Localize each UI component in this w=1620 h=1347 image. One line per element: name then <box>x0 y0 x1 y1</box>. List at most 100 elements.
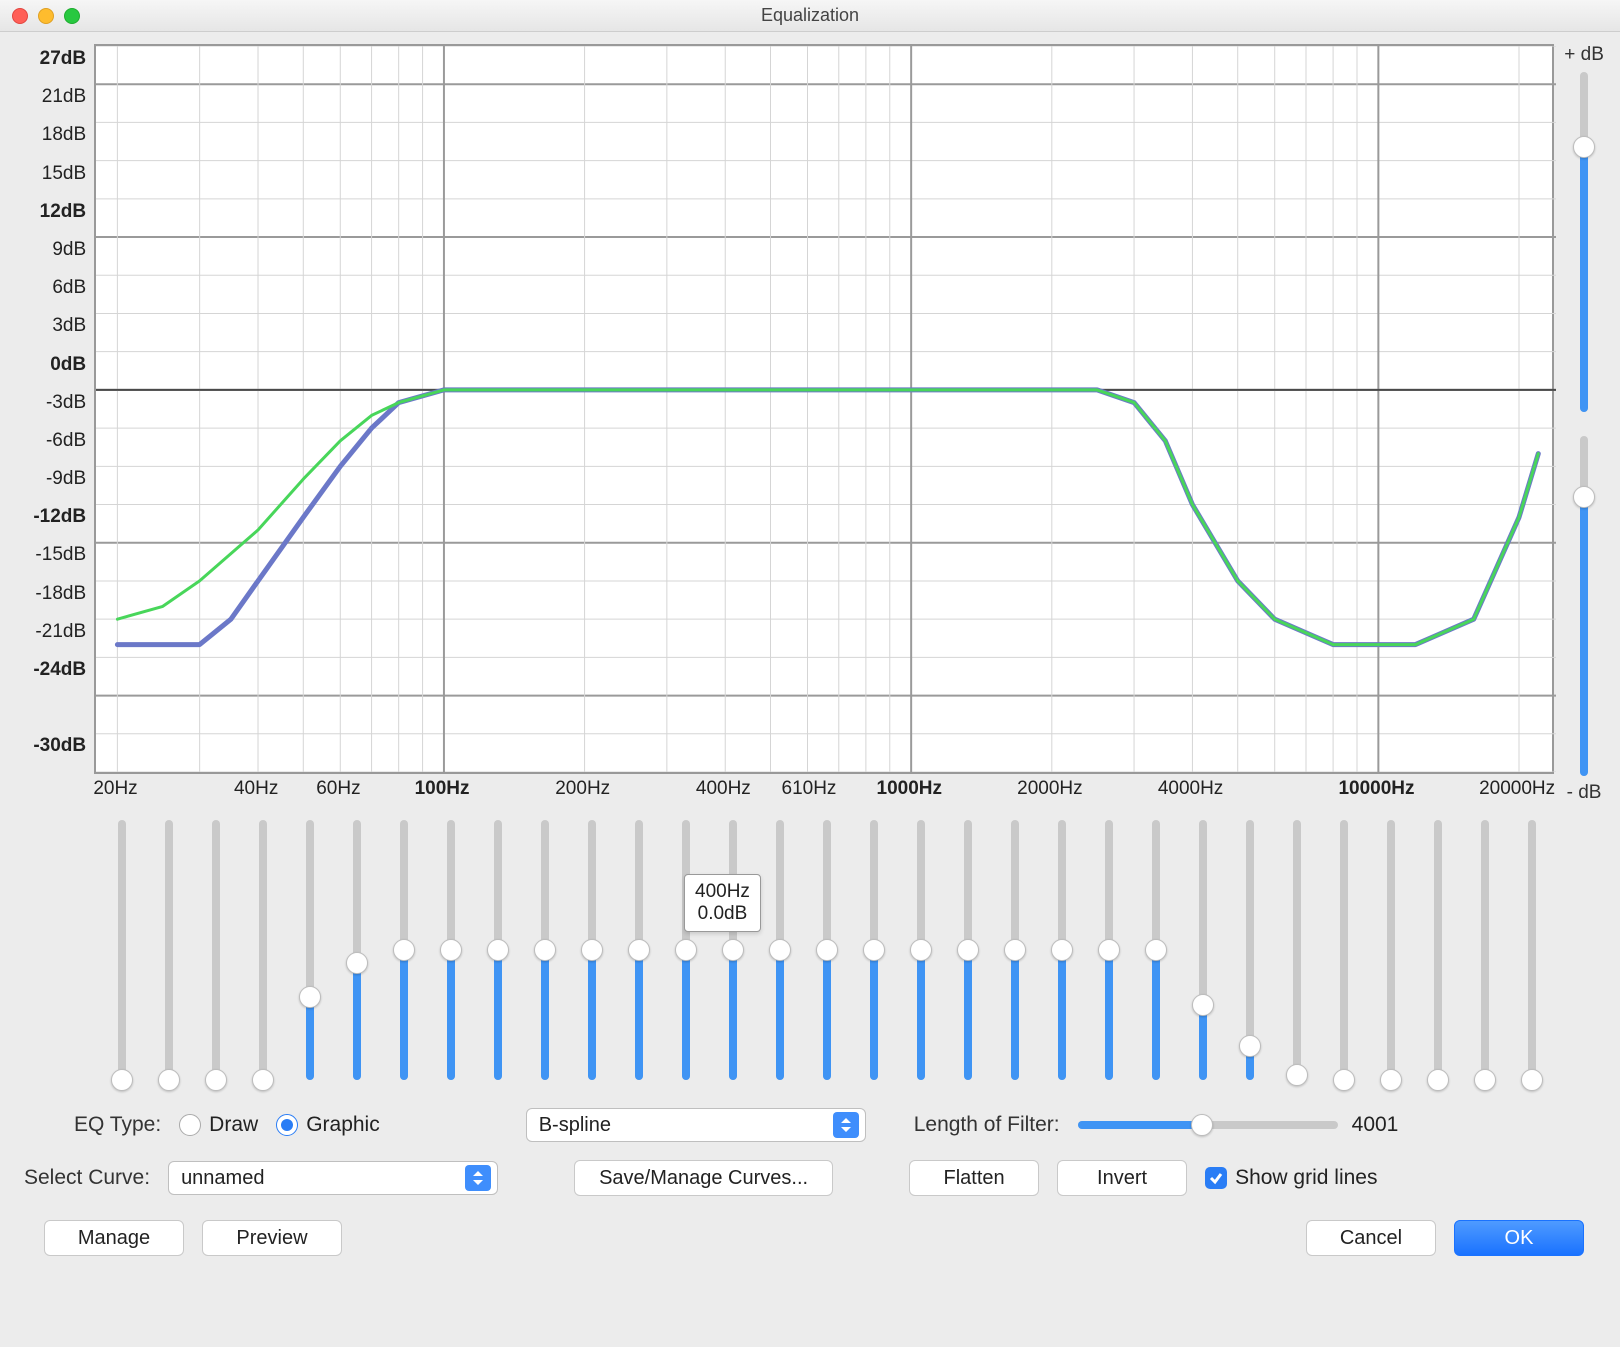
eq-band-slider[interactable] <box>286 820 333 1090</box>
hz-axis: 20Hz 40Hz 60Hz 100Hz 200Hz 400Hz 610Hz 1000Hz 20… <box>94 774 1554 802</box>
eq-band-slider[interactable] <box>1508 820 1555 1090</box>
eq-band-slider[interactable] <box>98 820 145 1090</box>
y-tick: 18dB <box>14 124 94 162</box>
eq-band-slider[interactable] <box>1085 820 1132 1090</box>
eq-band-slider[interactable] <box>1461 820 1508 1090</box>
eq-band-slider[interactable] <box>1038 820 1085 1090</box>
eq-band-slider[interactable] <box>1273 820 1320 1090</box>
x-tick: 40Hz <box>234 778 278 800</box>
gridlines-label: Show grid lines <box>1235 1166 1377 1190</box>
eq-band-slider[interactable] <box>1414 820 1461 1090</box>
checkmark-icon <box>1205 1167 1227 1189</box>
eq-band-slider[interactable] <box>568 820 615 1090</box>
filter-length-value: 4001 <box>1352 1113 1399 1137</box>
eq-band-slider[interactable] <box>615 820 662 1090</box>
eq-band-slider[interactable] <box>521 820 568 1090</box>
y-tick: -12dB <box>14 506 94 544</box>
filter-length-slider[interactable] <box>1078 1121 1338 1129</box>
eq-type-label: EQ Type: <box>74 1113 161 1137</box>
x-tick: 20Hz <box>93 778 137 800</box>
dropdown-caret-icon <box>465 1165 491 1191</box>
y-tick: 21dB <box>14 86 94 124</box>
curve-select[interactable]: unnamed <box>168 1161 498 1195</box>
y-tick: 3dB <box>14 315 94 353</box>
eq-graph[interactable] <box>94 44 1554 774</box>
y-tick: 15dB <box>14 163 94 201</box>
eq-band-slider[interactable] <box>380 820 427 1090</box>
titlebar: Equalization <box>0 0 1620 32</box>
eq-type-draw-radio[interactable]: Draw <box>179 1113 258 1137</box>
x-tick: 400Hz <box>696 778 751 800</box>
y-tick: 27dB <box>14 48 94 86</box>
y-tick: -30dB <box>14 735 94 773</box>
x-tick: 200Hz <box>555 778 610 800</box>
flatten-button[interactable]: Flatten <box>909 1160 1039 1196</box>
preview-button[interactable]: Preview <box>202 1220 342 1256</box>
eq-band-slider[interactable] <box>1132 820 1179 1090</box>
eq-band-slider[interactable] <box>756 820 803 1090</box>
eq-band-slider[interactable] <box>709 820 756 1090</box>
x-tick: 10000Hz <box>1338 778 1414 800</box>
interpolation-select[interactable]: B-spline <box>526 1108 866 1142</box>
graphic-radio-label: Graphic <box>306 1113 380 1137</box>
x-tick: 100Hz <box>415 778 470 800</box>
eq-band-slider[interactable] <box>239 820 286 1090</box>
eq-type-graphic-radio[interactable]: Graphic <box>276 1113 380 1137</box>
x-tick: 60Hz <box>316 778 360 800</box>
length-label: Length of Filter: <box>914 1113 1060 1137</box>
eq-band-slider[interactable] <box>427 820 474 1090</box>
curve-select-value: unnamed <box>181 1167 264 1190</box>
window-title: Equalization <box>0 5 1620 26</box>
graphic-eq-sliders <box>14 820 1606 1090</box>
gridlines-checkbox[interactable]: Show grid lines <box>1205 1166 1377 1190</box>
interpolation-value: B-spline <box>539 1114 611 1137</box>
eq-band-slider[interactable] <box>145 820 192 1090</box>
draw-radio-label: Draw <box>209 1113 258 1137</box>
tooltip-db: 0.0dB <box>695 903 750 925</box>
y-tick: -24dB <box>14 659 94 697</box>
eq-band-slider[interactable] <box>474 820 521 1090</box>
y-tick: 12dB <box>14 201 94 239</box>
plus-db-slider[interactable] <box>1580 72 1588 412</box>
eq-band-slider[interactable] <box>1226 820 1273 1090</box>
eq-band-slider[interactable] <box>192 820 239 1090</box>
y-tick: -9dB <box>14 468 94 506</box>
plus-db-label: + dB <box>1564 44 1604 66</box>
save-manage-curves-button[interactable]: Save/Manage Curves... <box>574 1160 833 1196</box>
band-tooltip: 400Hz 0.0dB <box>684 874 761 932</box>
eq-band-slider[interactable] <box>662 820 709 1090</box>
eq-band-slider[interactable] <box>944 820 991 1090</box>
x-tick: 2000Hz <box>1017 778 1083 800</box>
y-tick: -21dB <box>14 621 94 659</box>
eq-band-slider[interactable] <box>897 820 944 1090</box>
eq-band-slider[interactable] <box>333 820 380 1090</box>
invert-button[interactable]: Invert <box>1057 1160 1187 1196</box>
y-tick: 6dB <box>14 277 94 315</box>
x-tick: 4000Hz <box>1158 778 1224 800</box>
cancel-button[interactable]: Cancel <box>1306 1220 1436 1256</box>
minus-db-slider[interactable] <box>1580 436 1588 776</box>
eq-band-slider[interactable] <box>803 820 850 1090</box>
eq-band-slider[interactable] <box>1179 820 1226 1090</box>
eq-band-slider[interactable] <box>991 820 1038 1090</box>
y-tick: 9dB <box>14 239 94 277</box>
y-tick: -18dB <box>14 583 94 621</box>
y-tick <box>14 697 94 735</box>
x-tick: 20000Hz <box>1479 778 1555 800</box>
dropdown-caret-icon <box>833 1112 859 1138</box>
manage-button[interactable]: Manage <box>44 1220 184 1256</box>
y-tick: -3dB <box>14 392 94 430</box>
tooltip-hz: 400Hz <box>695 881 750 903</box>
eq-band-slider[interactable] <box>850 820 897 1090</box>
y-tick: 0dB <box>14 354 94 392</box>
select-curve-label: Select Curve: <box>24 1166 150 1190</box>
ok-button[interactable]: OK <box>1454 1220 1584 1256</box>
y-tick: -6dB <box>14 430 94 468</box>
y-tick: -15dB <box>14 544 94 582</box>
x-tick: 1000Hz <box>877 778 943 800</box>
db-axis: 27dB21dB18dB15dB12dB9dB6dB3dB0dB-3dB-6dB… <box>14 44 94 810</box>
eq-band-slider[interactable] <box>1367 820 1414 1090</box>
eq-band-slider[interactable] <box>1320 820 1367 1090</box>
x-tick: 610Hz <box>782 778 837 800</box>
minus-db-label: - dB <box>1567 782 1602 804</box>
